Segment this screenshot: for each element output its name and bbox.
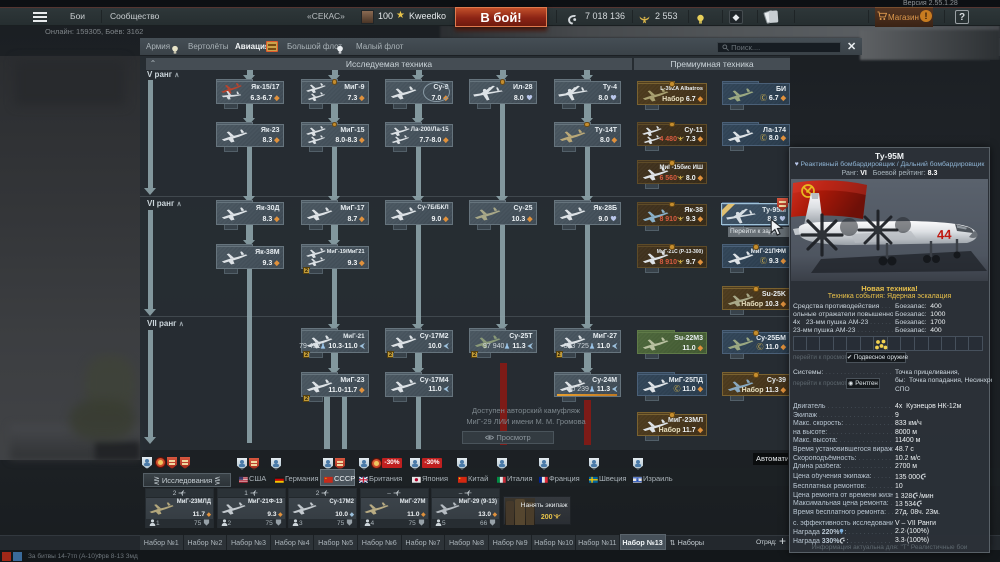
svg-text:44: 44 xyxy=(937,227,953,243)
